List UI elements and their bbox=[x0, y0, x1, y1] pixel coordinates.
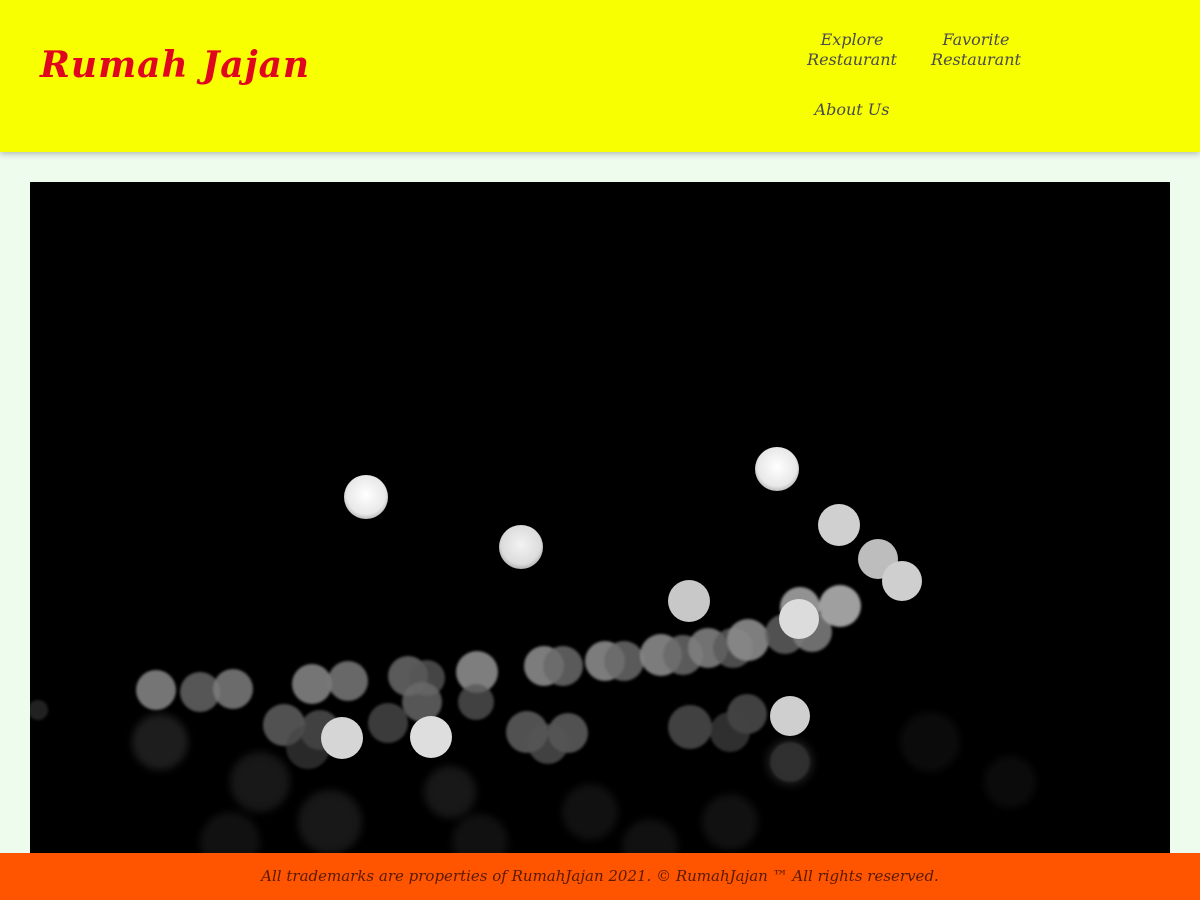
site-footer: All trademarks are properties of RumahJa… bbox=[0, 853, 1200, 900]
bokeh-lights-image bbox=[30, 182, 1170, 862]
nav-explore-restaurant[interactable]: Explore Restaurant bbox=[790, 30, 914, 70]
nav-favorite-label-line2: Restaurant bbox=[931, 50, 1021, 69]
nav-favorite-label-line1: Favorite bbox=[942, 30, 1010, 49]
nav-explore-label-line1: Explore bbox=[820, 30, 884, 49]
nav-explore-label-line2: Restaurant bbox=[807, 50, 897, 69]
site-header: Rumah Jajan Explore Restaurant Favorite … bbox=[0, 0, 1200, 152]
nav-about-us[interactable]: About Us bbox=[790, 100, 914, 120]
nav-favorite-restaurant[interactable]: Favorite Restaurant bbox=[914, 30, 1038, 70]
site-logo[interactable]: Rumah Jajan bbox=[40, 44, 310, 86]
footer-copyright: All trademarks are properties of RumahJa… bbox=[261, 867, 939, 885]
hero-image bbox=[30, 182, 1170, 862]
